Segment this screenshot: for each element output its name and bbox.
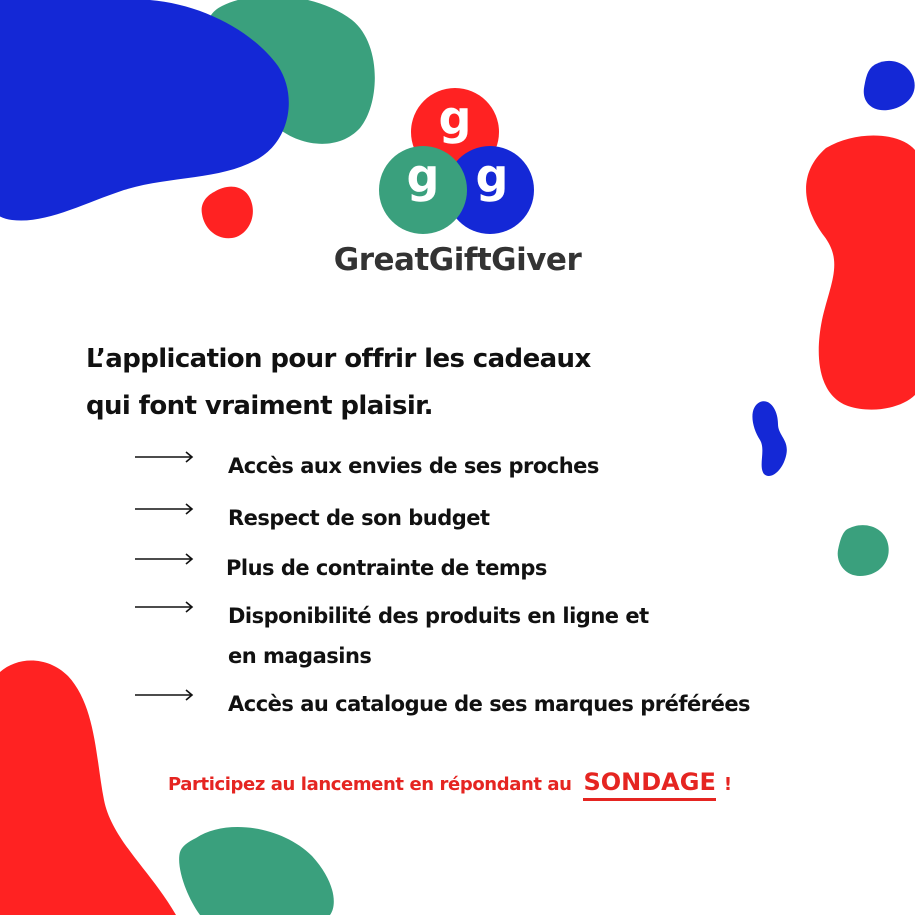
feature-text: Disponibilité des produits en ligne et (228, 604, 649, 628)
brand-logo: g g g (378, 88, 538, 238)
feature-text: Plus de contrainte de temps (226, 556, 547, 580)
call-to-action: Participez au lancement en répondant au … (168, 768, 888, 801)
brand-name: GreatGiftGiver (333, 242, 582, 278)
long-arrow-right-icon (135, 689, 194, 701)
logo-letter-left: g (407, 149, 440, 203)
headline-line-2: qui font vraiment plaisir. (86, 391, 434, 421)
logo-letter-top: g (439, 91, 472, 145)
long-arrow-right-icon (135, 553, 194, 565)
promo-poster: g g g GreatGiftGiver L’application pour … (0, 0, 915, 915)
long-arrow-right-icon (135, 451, 194, 463)
feature-text: Accès au catalogue de ses marques préfér… (228, 692, 751, 716)
feature-text: Accès aux envies de ses proches (228, 454, 599, 478)
survey-link[interactable]: SONDAGE (583, 768, 716, 801)
red-blob-right (806, 135, 915, 410)
cta-lead-text: Participez au lancement en répondant au (168, 774, 572, 795)
logo-letter-right: g (476, 149, 509, 203)
headline-line-1: L’application pour offrir les cadeaux (86, 344, 591, 374)
cta-exclamation: ! (723, 774, 732, 795)
feature-text-continued: en magasins (228, 644, 372, 668)
long-arrow-right-icon (135, 601, 194, 613)
red-blob-small (201, 186, 253, 239)
long-arrow-right-icon (135, 503, 194, 515)
green-blob-bottom (179, 826, 334, 915)
blue-blob-top-right (863, 60, 915, 111)
headline: L’application pour offrir les cadeaux qu… (86, 336, 746, 430)
feature-text: Respect de son budget (228, 506, 490, 530)
logo-mark: g g g (379, 88, 534, 234)
